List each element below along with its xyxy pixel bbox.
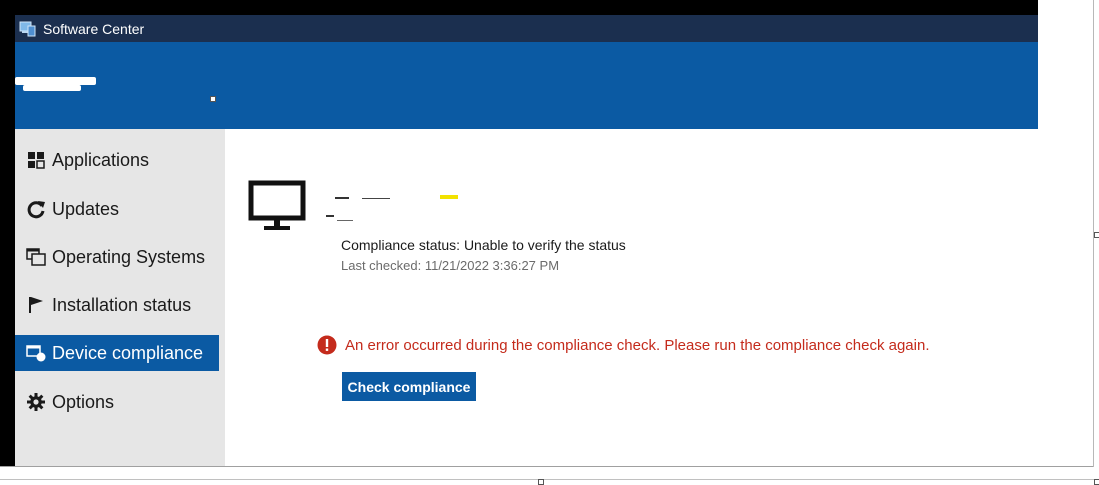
window-title: Software Center (43, 20, 145, 37)
header-banner (15, 42, 1038, 129)
check-compliance-button[interactable]: Check compliance (342, 372, 476, 401)
windows-icon (26, 247, 46, 267)
redacted-device-name (335, 197, 349, 199)
resize-handle[interactable] (210, 96, 216, 102)
monitor-icon (248, 180, 306, 230)
canvas-bottom-border (0, 479, 1099, 480)
resize-handle[interactable] (538, 479, 544, 485)
sidebar-item-label: Updates (52, 198, 120, 219)
redacted-organization-name (23, 85, 81, 91)
sidebar-item-label: Applications (52, 149, 150, 170)
device-compliance-pane: Compliance status: Unable to verify the … (225, 129, 1038, 466)
window-bottom-border (0, 466, 1094, 467)
sidebar-item-installation-status[interactable]: Installation status (15, 287, 219, 323)
gear-icon (26, 392, 46, 412)
sidebar-item-device-compliance[interactable]: Device compliance (15, 335, 219, 371)
compliance-status-text: Compliance status: Unable to verify the … (341, 237, 626, 253)
title-bar[interactable]: Software Center (15, 15, 1038, 42)
sidebar-item-label: Device compliance (52, 342, 204, 363)
software-center-window: Software Center Applications Updates Ope… (15, 15, 1038, 466)
error-icon (317, 335, 337, 355)
last-checked-text: Last checked: 11/21/2022 3:36:27 PM (341, 258, 560, 273)
software-center-app-icon (19, 21, 36, 37)
device-compliance-icon (26, 343, 46, 363)
redacted-organization-name (15, 77, 96, 85)
error-message: An error occurred during the compliance … (317, 335, 929, 355)
redacted-device-name (326, 215, 334, 217)
applications-icon (26, 150, 46, 170)
sidebar-item-label: Installation status (52, 294, 192, 315)
resize-handle[interactable] (1094, 232, 1099, 238)
sidebar-item-label: Operating Systems (52, 246, 206, 267)
resize-handle[interactable] (1094, 479, 1099, 485)
sidebar-item-applications[interactable]: Applications (15, 142, 219, 178)
sidebar-item-updates[interactable]: Updates (15, 191, 219, 227)
error-message-text: An error occurred during the compliance … (345, 336, 930, 354)
redacted-device-name (337, 220, 353, 221)
redacted-device-name (362, 198, 390, 199)
screen-border-top (0, 0, 1038, 15)
screen-border-left (0, 0, 15, 466)
sidebar-item-operating-systems[interactable]: Operating Systems (15, 239, 219, 275)
sidebar-item-options[interactable]: Options (15, 384, 219, 420)
flag-icon (26, 295, 46, 315)
sidebar: Applications Updates Operating Systems I… (15, 129, 225, 466)
refresh-icon (26, 199, 46, 219)
sidebar-item-label: Options (52, 391, 115, 412)
redacted-device-name (440, 195, 458, 199)
